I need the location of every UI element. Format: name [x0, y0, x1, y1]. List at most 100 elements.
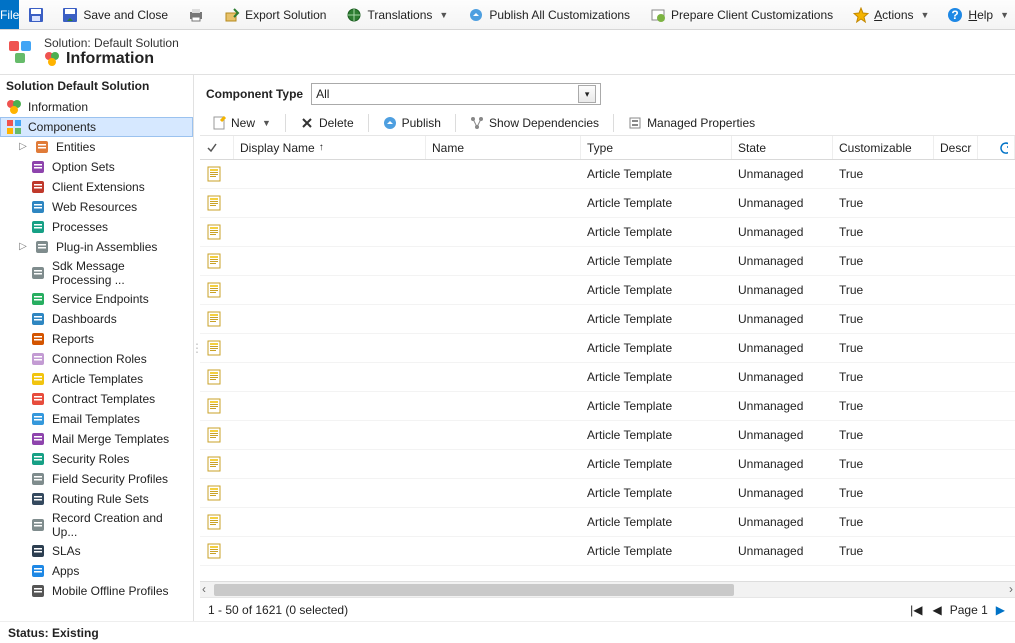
delete-button[interactable]: Delete: [294, 113, 360, 133]
nav-item-components[interactable]: Components: [0, 117, 193, 137]
nav-item-mobile-offline-profiles[interactable]: Mobile Offline Profiles: [0, 581, 193, 601]
nav-item-security-roles[interactable]: Security Roles: [0, 449, 193, 469]
actions-btn[interactable]: Actions▼: [844, 0, 938, 29]
save-and-close-btn[interactable]: Save and Close: [53, 0, 177, 29]
pager-first[interactable]: |◀: [908, 603, 924, 617]
col-description[interactable]: Descr: [934, 136, 978, 159]
help-btn[interactable]: ?Help▼: [938, 0, 1015, 29]
nav-item-sdk-message-processing[interactable]: Sdk Message Processing ...: [0, 257, 193, 289]
table-row[interactable]: Article TemplateUnmanagedTrue: [200, 189, 1015, 218]
table-row[interactable]: Article TemplateUnmanagedTrue: [200, 479, 1015, 508]
article-template-icon: [206, 543, 222, 559]
pager-next[interactable]: ▶: [994, 603, 1007, 617]
solution-nav: Solution Default Solution Information Co…: [0, 75, 194, 621]
nav-child-icon: [30, 583, 46, 599]
file-tab[interactable]: File: [0, 0, 19, 29]
grid-header: Display Name↑ Name Type State Customizab…: [200, 136, 1015, 160]
nav-item-processes[interactable]: Processes: [0, 217, 193, 237]
dropdown-button[interactable]: ▾: [578, 85, 596, 103]
nav-child-icon: [30, 371, 46, 387]
nav-child-icon: [30, 351, 46, 367]
solution-header: Solution: Default Solution Information: [0, 30, 1015, 75]
table-row[interactable]: Article TemplateUnmanagedTrue: [200, 508, 1015, 537]
col-display-name[interactable]: Display Name↑: [234, 136, 426, 159]
nav-item-email-templates[interactable]: Email Templates: [0, 409, 193, 429]
nav-item-service-endpoints[interactable]: Service Endpoints: [0, 289, 193, 309]
table-row[interactable]: Article TemplateUnmanagedTrue: [200, 392, 1015, 421]
nav-child-icon: [30, 431, 46, 447]
nav-item-record-creation-and-up[interactable]: Record Creation and Up...: [0, 509, 193, 541]
nav-child-icon: [30, 411, 46, 427]
article-template-icon: [206, 456, 222, 472]
nav-item-connection-roles[interactable]: Connection Roles: [0, 349, 193, 369]
table-row[interactable]: Article TemplateUnmanagedTrue: [200, 334, 1015, 363]
nav-item-slas[interactable]: SLAs: [0, 541, 193, 561]
prepare-client-btn[interactable]: Prepare Client Customizations: [641, 0, 842, 29]
new-button[interactable]: New▼: [206, 113, 277, 133]
nav-child-icon: [30, 311, 46, 327]
col-name[interactable]: Name: [426, 136, 581, 159]
table-row[interactable]: Article TemplateUnmanagedTrue: [200, 363, 1015, 392]
nav-child-icon: [30, 265, 46, 281]
nav-item-option-sets[interactable]: Option Sets: [0, 157, 193, 177]
table-row[interactable]: Article TemplateUnmanagedTrue: [200, 218, 1015, 247]
nav-item-routing-rule-sets[interactable]: Routing Rule Sets: [0, 489, 193, 509]
solution-icon: [6, 38, 34, 66]
translations-btn[interactable]: Translations▼: [337, 0, 457, 29]
export-icon: [224, 7, 240, 23]
nav-child-icon: [30, 471, 46, 487]
article-template-icon: [206, 253, 222, 269]
table-row[interactable]: Article TemplateUnmanagedTrue: [200, 276, 1015, 305]
nav-item-apps[interactable]: Apps: [0, 561, 193, 581]
article-template-icon: [206, 224, 222, 240]
component-type-select[interactable]: All ▾: [311, 83, 601, 105]
save-icon-btn[interactable]: [19, 0, 53, 29]
nav-item-mail-merge-templates[interactable]: Mail Merge Templates: [0, 429, 193, 449]
nav-child-icon: [30, 391, 46, 407]
nav-item-article-templates[interactable]: Article Templates: [0, 369, 193, 389]
table-row[interactable]: Article TemplateUnmanagedTrue: [200, 305, 1015, 334]
article-template-icon: [206, 311, 222, 327]
publish-button[interactable]: Publish: [377, 113, 447, 133]
nav-item-web-resources[interactable]: Web Resources: [0, 197, 193, 217]
publish-all-btn[interactable]: Publish All Customizations: [459, 0, 639, 29]
nav-item-field-security-profiles[interactable]: Field Security Profiles: [0, 469, 193, 489]
nav-item-plug-in-assemblies[interactable]: ▷Plug-in Assemblies: [0, 237, 193, 257]
grid-body[interactable]: Article TemplateUnmanagedTrueArticle Tem…: [200, 160, 1015, 581]
table-row[interactable]: Article TemplateUnmanagedTrue: [200, 421, 1015, 450]
nav-item-information[interactable]: Information: [0, 97, 193, 117]
col-customizable[interactable]: Customizable: [833, 136, 934, 159]
nav-item-client-extensions[interactable]: Client Extensions: [0, 177, 193, 197]
dependencies-icon: [470, 116, 484, 130]
pager-prev[interactable]: ◀: [930, 603, 943, 617]
table-row[interactable]: Article TemplateUnmanagedTrue: [200, 160, 1015, 189]
print-icon-btn[interactable]: [179, 0, 213, 29]
article-template-icon: [206, 195, 222, 211]
nav-item-reports[interactable]: Reports: [0, 329, 193, 349]
article-template-icon: [206, 282, 222, 298]
save-icon: [28, 7, 44, 23]
nav-item-contract-templates[interactable]: Contract Templates: [0, 389, 193, 409]
table-row[interactable]: Article TemplateUnmanagedTrue: [200, 450, 1015, 479]
table-row[interactable]: Article TemplateUnmanagedTrue: [200, 537, 1015, 566]
nav-child-icon: [30, 219, 46, 235]
col-type[interactable]: Type: [581, 136, 732, 159]
nav-child-icon: [34, 239, 50, 255]
refresh-button[interactable]: [993, 136, 1015, 159]
nav-child-icon: [30, 491, 46, 507]
horizontal-scrollbar[interactable]: ‹ ›: [200, 581, 1015, 597]
nav-item-dashboards[interactable]: Dashboards: [0, 309, 193, 329]
table-row[interactable]: Article TemplateUnmanagedTrue: [200, 247, 1015, 276]
article-template-icon: [206, 166, 222, 182]
pager-page-label: Page 1: [950, 603, 988, 617]
print-icon: [188, 7, 204, 23]
col-select-all[interactable]: [200, 136, 234, 159]
nav-child-icon: [30, 159, 46, 175]
pager-summary: 1 - 50 of 1621 (0 selected): [208, 603, 348, 617]
nav-item-entities[interactable]: ▷Entities: [0, 137, 193, 157]
managed-properties-button[interactable]: Managed Properties: [622, 113, 761, 133]
col-state[interactable]: State: [732, 136, 833, 159]
refresh-icon: [999, 141, 1008, 155]
show-dependencies-button[interactable]: Show Dependencies: [464, 113, 605, 133]
export-solution-btn[interactable]: Export Solution: [215, 0, 335, 29]
